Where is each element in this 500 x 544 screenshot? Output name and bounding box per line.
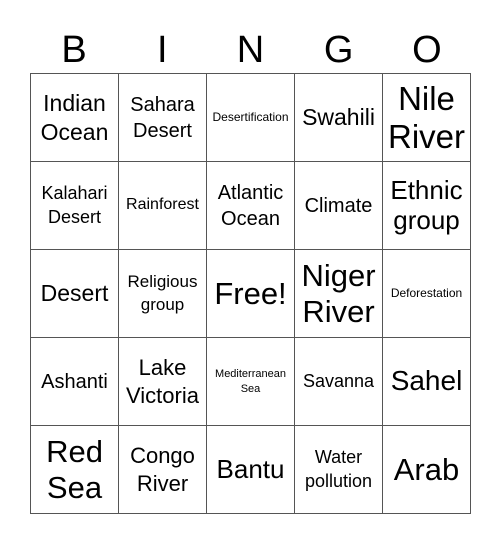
cell-text: Arab: [393, 451, 460, 487]
bingo-cell[interactable]: Mediterranean Sea: [207, 338, 295, 426]
cell-text: Swahili: [302, 104, 375, 131]
cell-text: Mediterranean Sea: [215, 368, 286, 395]
bingo-cell[interactable]: Sahel: [383, 338, 471, 426]
bingo-cell[interactable]: Desert: [31, 250, 119, 338]
bingo-cell[interactable]: Water pollution: [295, 426, 383, 514]
bingo-cell[interactable]: Indian Ocean: [31, 74, 119, 162]
bingo-cell[interactable]: Deforestation: [383, 250, 471, 338]
cell-text: Ashanti: [41, 370, 108, 393]
cell-text: Ethnic group: [390, 174, 463, 235]
bingo-cell[interactable]: Sahara Desert: [119, 74, 207, 162]
bingo-cell[interactable]: Desertification: [207, 74, 295, 162]
header-letter-b: B: [61, 29, 87, 71]
bingo-cell[interactable]: Niger River: [295, 250, 383, 338]
bingo-cell[interactable]: Nile River: [383, 74, 471, 162]
bingo-grid: Indian Ocean Sahara Desert Desertificati…: [30, 73, 471, 514]
bingo-cell[interactable]: Atlantic Ocean: [207, 162, 295, 250]
cell-text: Water pollution: [304, 447, 373, 491]
cell-text: Climate: [304, 194, 373, 217]
cell-text: Nile River: [387, 79, 465, 155]
bingo-cell[interactable]: Savanna: [295, 338, 383, 426]
cell-text: Religious group: [127, 272, 198, 314]
cell-text: Bantu: [216, 453, 285, 484]
header-letter-i: I: [157, 29, 168, 71]
free-space[interactable]: Free!: [207, 250, 295, 338]
bingo-cell[interactable]: Kalahari Desert: [31, 162, 119, 250]
header-letter-o: O: [412, 29, 442, 71]
cell-text: Desert: [40, 280, 109, 307]
bingo-cell[interactable]: Bantu: [207, 426, 295, 514]
bingo-header: B I N G O: [30, 28, 471, 72]
bingo-cell[interactable]: Climate: [295, 162, 383, 250]
cell-text: Savanna: [302, 370, 375, 391]
bingo-cell[interactable]: Red Sea: [31, 426, 119, 514]
cell-text: Desertification: [212, 109, 289, 124]
bingo-cell[interactable]: Rainforest: [119, 162, 207, 250]
cell-text: Congo River: [130, 443, 195, 496]
cell-text: Sahel: [390, 365, 463, 397]
bingo-cell[interactable]: Congo River: [119, 426, 207, 514]
bingo-cell[interactable]: Ethnic group: [383, 162, 471, 250]
cell-text: Lake Victoria: [126, 355, 199, 408]
bingo-cell[interactable]: Lake Victoria: [119, 338, 207, 426]
cell-text: Sahara Desert: [130, 93, 195, 142]
cell-text: Niger River: [301, 257, 376, 329]
cell-text: Deforestation: [390, 285, 463, 300]
bingo-cell[interactable]: Swahili: [295, 74, 383, 162]
cell-text: Rainforest: [126, 196, 199, 214]
header-letter-g: G: [323, 29, 354, 71]
cell-text: Atlantic Ocean: [217, 181, 284, 230]
header-letter-n: N: [236, 29, 265, 71]
free-space-text: Free!: [214, 275, 287, 311]
bingo-cell[interactable]: Arab: [383, 426, 471, 514]
cell-text: Red Sea: [46, 433, 103, 505]
bingo-cell[interactable]: Religious group: [119, 250, 207, 338]
cell-text: Kalahari Desert: [41, 183, 108, 227]
cell-text: Indian Ocean: [40, 89, 109, 145]
bingo-cell[interactable]: Ashanti: [31, 338, 119, 426]
